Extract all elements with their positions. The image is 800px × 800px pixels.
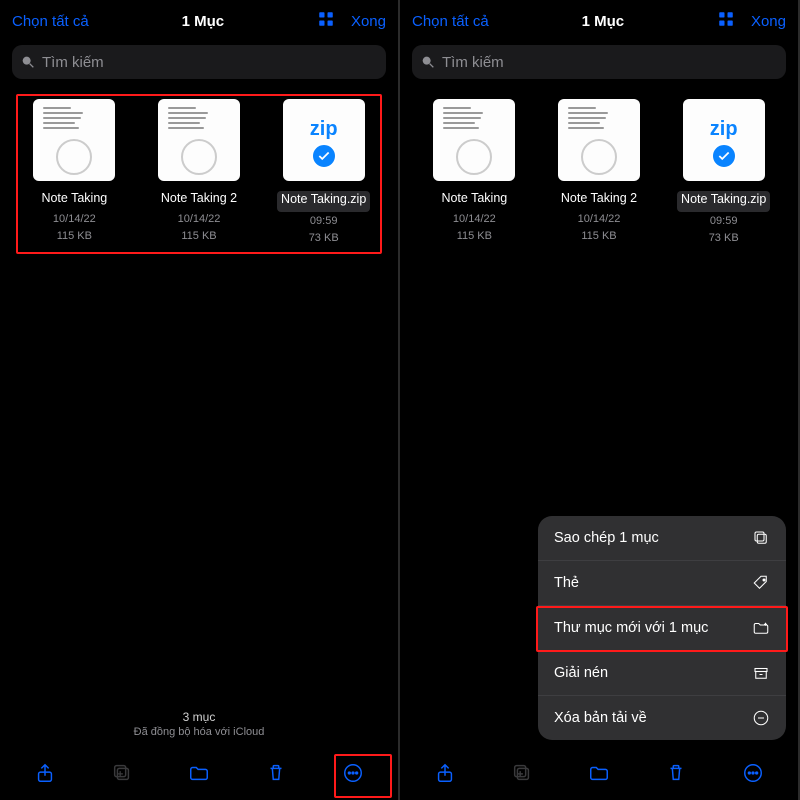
file-size: 73 KB	[271, 231, 376, 246]
delete-button[interactable]	[649, 752, 703, 794]
selected-check-icon	[711, 143, 737, 169]
screenshot-right: Chọn tất cả 1 Mục Xong Tìm kiếm Note Tak…	[400, 0, 800, 800]
delete-button[interactable]	[249, 752, 303, 794]
zip-label: zip	[310, 112, 338, 141]
file-grid: Note Taking 10/14/22 115 KB Note Taking …	[400, 93, 798, 252]
header-bar: Chọn tất cả 1 Mục Xong	[0, 0, 398, 41]
menu-label: Sao chép 1 mục	[554, 530, 659, 546]
menu-remove-download[interactable]: Xóa bản tải về	[538, 696, 786, 740]
remove-download-icon	[752, 709, 770, 727]
file-date: 10/14/22	[22, 212, 127, 227]
folder-plus-icon	[752, 619, 770, 637]
menu-tag[interactable]: Thẻ	[538, 561, 786, 606]
menu-label: Thẻ	[554, 575, 579, 591]
file-item[interactable]: Note Taking 2 10/14/22 115 KB	[147, 99, 252, 246]
search-input[interactable]: Tìm kiếm	[12, 45, 386, 79]
footer-status: 3 mục Đã đồng bộ hóa với iCloud	[0, 710, 398, 738]
bottom-toolbar	[0, 752, 398, 800]
file-item[interactable]: Note Taking 2 10/14/22 115 KB	[547, 99, 652, 246]
tag-icon	[752, 574, 770, 592]
header-title: 1 Mục	[182, 13, 225, 30]
file-size: 115 KB	[147, 229, 252, 244]
file-name: Note Taking.zip	[681, 192, 766, 206]
context-menu: Sao chép 1 mục Thẻ Thư mục mới với 1 mục…	[538, 516, 786, 740]
move-button[interactable]	[172, 752, 226, 794]
duplicate-button[interactable]	[495, 752, 549, 794]
done-link[interactable]: Xong	[751, 13, 786, 30]
share-button[interactable]	[418, 752, 472, 794]
menu-copy[interactable]: Sao chép 1 mục	[538, 516, 786, 561]
item-count: 3 mục	[0, 710, 398, 724]
search-input[interactable]: Tìm kiếm	[412, 45, 786, 79]
done-link[interactable]: Xong	[351, 13, 386, 30]
select-all-link[interactable]: Chọn tất cả	[12, 13, 89, 30]
bottom-toolbar	[400, 752, 798, 800]
file-thumbnail-doc	[558, 99, 640, 181]
more-button[interactable]	[726, 752, 780, 794]
header-title: 1 Mục	[582, 13, 625, 30]
zip-label: zip	[710, 112, 738, 141]
select-all-link[interactable]: Chọn tất cả	[412, 13, 489, 30]
file-date: 10/14/22	[422, 212, 527, 227]
file-name: Note Taking 2	[161, 191, 237, 205]
file-date: 09:59	[671, 214, 776, 229]
search-placeholder: Tìm kiếm	[442, 54, 504, 71]
search-placeholder: Tìm kiếm	[42, 54, 104, 71]
file-item[interactable]: Note Taking 10/14/22 115 KB	[22, 99, 127, 246]
file-grid: Note Taking 10/14/22 115 KB Note Taking …	[0, 93, 398, 252]
file-item[interactable]: Note Taking 10/14/22 115 KB	[422, 99, 527, 246]
share-button[interactable]	[18, 752, 72, 794]
file-size: 115 KB	[22, 229, 127, 244]
duplicate-button[interactable]	[95, 752, 149, 794]
file-size: 115 KB	[422, 229, 527, 244]
file-name: Note Taking	[441, 191, 507, 205]
file-size: 115 KB	[547, 229, 652, 244]
screenshot-left: Chọn tất cả 1 Mục Xong Tìm kiếm Note Tak…	[0, 0, 400, 800]
selected-check-icon	[311, 143, 337, 169]
file-name: Note Taking.zip	[281, 192, 366, 206]
file-size: 73 KB	[671, 231, 776, 246]
file-thumbnail-doc	[158, 99, 240, 181]
file-item-selected[interactable]: zip Note Taking.zip 09:59 73 KB	[671, 99, 776, 246]
file-thumbnail-doc	[33, 99, 115, 181]
file-thumbnail-zip: zip	[683, 99, 765, 181]
view-toggle-icon[interactable]	[317, 10, 335, 33]
file-name: Note Taking	[41, 191, 107, 205]
view-toggle-icon[interactable]	[717, 10, 735, 33]
file-item-selected[interactable]: zip Note Taking.zip 09:59 73 KB	[271, 99, 376, 246]
file-date: 10/14/22	[547, 212, 652, 227]
file-thumbnail-doc	[433, 99, 515, 181]
archive-icon	[752, 664, 770, 682]
search-icon	[420, 54, 436, 70]
search-icon	[20, 54, 36, 70]
menu-new-folder[interactable]: Thư mục mới với 1 mục	[538, 606, 786, 651]
more-button[interactable]	[326, 752, 380, 794]
header-bar: Chọn tất cả 1 Mục Xong	[400, 0, 798, 41]
file-name: Note Taking 2	[561, 191, 637, 205]
menu-uncompress[interactable]: Giải nén	[538, 651, 786, 696]
sync-status: Đã đồng bộ hóa với iCloud	[0, 726, 398, 738]
menu-label: Giải nén	[554, 665, 608, 681]
file-date: 10/14/22	[147, 212, 252, 227]
menu-label: Thư mục mới với 1 mục	[554, 620, 708, 636]
copy-icon	[752, 529, 770, 547]
menu-label: Xóa bản tải về	[554, 710, 647, 726]
move-button[interactable]	[572, 752, 626, 794]
file-date: 09:59	[271, 214, 376, 229]
file-thumbnail-zip: zip	[283, 99, 365, 181]
